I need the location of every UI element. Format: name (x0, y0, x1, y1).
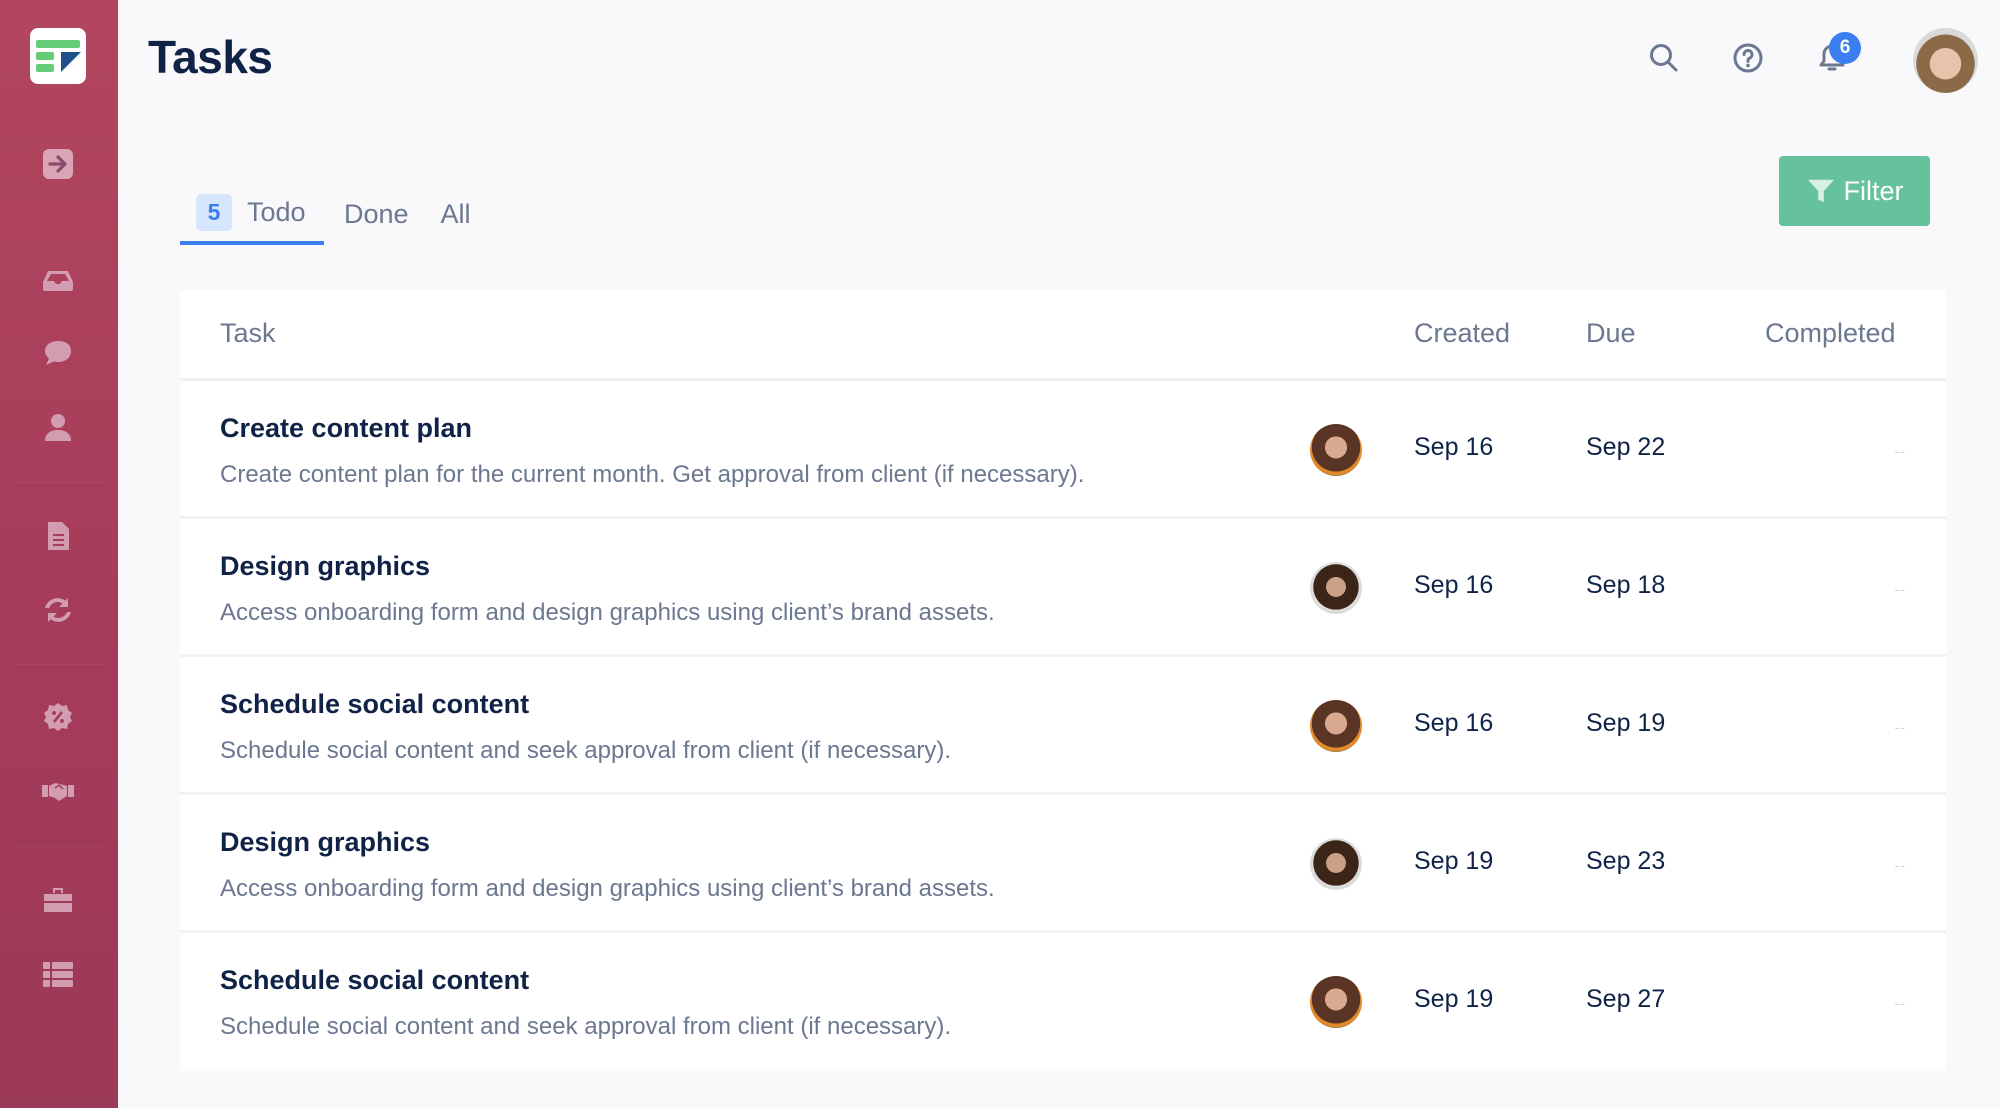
due-date: Sep 19 (1586, 709, 1666, 737)
notification-count-badge: 6 (1829, 32, 1861, 64)
created-date: Sep 16 (1414, 571, 1494, 599)
table-row[interactable]: Schedule social content Schedule social … (180, 657, 1946, 795)
sidebar-item-messages[interactable] (40, 335, 76, 371)
column-header-due[interactable]: Due (1586, 318, 1636, 349)
tasks-table: Task Created Due Completed Create conten… (180, 290, 1946, 1071)
chat-icon (45, 341, 71, 365)
help-icon (1733, 43, 1763, 73)
completed-date: -- (1894, 443, 1906, 459)
sidebar-item-inbox[interactable] (40, 262, 76, 298)
task-description: Create content plan for the current mont… (220, 461, 1085, 488)
due-date: Sep 23 (1586, 847, 1666, 875)
assignee-avatar[interactable] (1310, 700, 1362, 752)
arrow-right-icon (43, 149, 73, 179)
user-avatar[interactable] (1913, 28, 1978, 93)
filter-button[interactable]: Filter (1779, 156, 1930, 226)
task-description: Schedule social content and seek approva… (220, 737, 952, 764)
due-date: Sep 18 (1586, 571, 1666, 599)
task-description: Access onboarding form and design graphi… (220, 599, 995, 626)
sidebar-item-discounts[interactable] (40, 699, 76, 735)
column-header-task[interactable]: Task (220, 318, 276, 349)
table-row[interactable]: Design graphics Access onboarding form a… (180, 795, 1946, 933)
task-title[interactable]: Create content plan (220, 413, 472, 444)
tab-label: Done (344, 198, 409, 229)
page-title: Tasks (148, 31, 273, 83)
task-title[interactable]: Design graphics (220, 827, 430, 858)
todo-count-badge: 5 (196, 193, 232, 231)
completed-date: -- (1894, 581, 1906, 597)
sidebar-item-expand[interactable] (40, 146, 76, 182)
filter-label: Filter (1843, 175, 1904, 206)
table-row[interactable]: Design graphics Access onboarding form a… (180, 519, 1946, 657)
help-button[interactable] (1730, 40, 1766, 76)
task-description: Schedule social content and seek approva… (220, 1013, 952, 1040)
completed-date: -- (1894, 995, 1906, 1011)
tab-done[interactable]: Done (324, 183, 425, 245)
app-logo[interactable] (30, 28, 86, 84)
column-header-completed[interactable]: Completed (1765, 318, 1896, 349)
list-icon (43, 962, 73, 987)
task-title[interactable]: Design graphics (220, 551, 430, 582)
search-icon (1650, 44, 1678, 72)
sidebar-item-contacts[interactable] (40, 410, 76, 446)
due-date: Sep 22 (1586, 433, 1666, 461)
due-date: Sep 27 (1586, 985, 1666, 1013)
tab-label: All (440, 198, 471, 229)
handshake-icon (42, 783, 74, 801)
sidebar-item-tools[interactable] (40, 882, 76, 918)
completed-date: -- (1894, 857, 1906, 873)
sync-icon (45, 598, 71, 622)
document-icon (48, 522, 69, 550)
discount-icon (44, 703, 72, 731)
filter-icon (1807, 179, 1834, 203)
column-header-created[interactable]: Created (1414, 318, 1510, 349)
table-body: Create content plan Create content plan … (180, 381, 1946, 1071)
assignee-avatar[interactable] (1310, 424, 1362, 476)
sidebar (0, 0, 118, 1108)
task-title[interactable]: Schedule social content (220, 965, 529, 996)
sidebar-item-documents[interactable] (40, 518, 76, 554)
task-title[interactable]: Schedule social content (220, 689, 529, 720)
tab-all[interactable]: All (425, 183, 487, 245)
assignee-avatar[interactable] (1310, 838, 1362, 890)
table-header: Task Created Due Completed (180, 290, 1946, 381)
table-row[interactable]: Schedule social content Schedule social … (180, 933, 1946, 1071)
created-date: Sep 19 (1414, 847, 1494, 875)
created-date: Sep 19 (1414, 985, 1494, 1013)
task-description: Access onboarding form and design graphi… (220, 875, 995, 902)
completed-date: -- (1894, 719, 1906, 735)
toolbox-icon (44, 888, 72, 912)
assignee-avatar[interactable] (1310, 976, 1362, 1028)
created-date: Sep 16 (1414, 709, 1494, 737)
assignee-avatar[interactable] (1310, 562, 1362, 614)
created-date: Sep 16 (1414, 433, 1494, 461)
user-icon (45, 414, 71, 441)
search-button[interactable] (1646, 40, 1682, 76)
table-row[interactable]: Create content plan Create content plan … (180, 381, 1946, 519)
sidebar-item-recurring[interactable] (40, 592, 76, 628)
tab-label: Todo (247, 196, 306, 227)
sidebar-item-lists[interactable] (40, 956, 76, 992)
sidebar-item-deals[interactable] (40, 773, 76, 809)
tab-todo[interactable]: 5 Todo (180, 183, 324, 245)
task-tabs: 5 Todo Done All (180, 183, 487, 247)
inbox-icon (43, 271, 73, 291)
